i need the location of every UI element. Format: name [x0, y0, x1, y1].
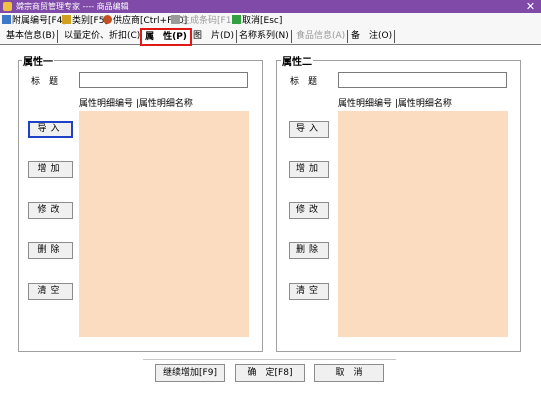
app-icon: [3, 2, 12, 11]
tab-strip: 基本信息(B) 以量定价、折扣(C) 属 性(P) 图 片(D) 名称系列(N)…: [0, 28, 541, 46]
attribute-two-title-input[interactable]: [338, 72, 507, 88]
supplier-icon: [103, 15, 112, 24]
attached-number-button[interactable]: 附属编号[F4]: [2, 14, 66, 28]
attribute-two-col-code: 属性明细编号: [338, 99, 393, 109]
attribute-two-list[interactable]: [338, 111, 508, 337]
cancel-icon: [232, 15, 241, 24]
cancel-toolbar-button[interactable]: 取消[Esc]: [232, 14, 282, 28]
tab-pricing-discount[interactable]: 以量定价、折扣(C): [64, 30, 144, 43]
continue-add-button[interactable]: 继续增加[F9]: [155, 364, 225, 382]
attribute-two-edit-button[interactable]: 修改: [289, 202, 329, 219]
attribute-one-col-name: 属性明细名称: [138, 99, 193, 109]
document-icon: [2, 15, 11, 24]
tab-name-series[interactable]: 名称系列(N): [239, 30, 292, 43]
folder-icon: [62, 15, 71, 24]
close-button[interactable]: ✕: [520, 0, 541, 13]
generate-barcode-button[interactable]: 生成条码[F12]: [171, 14, 241, 28]
attribute-one-title-input[interactable]: [79, 72, 248, 88]
attribute-two-col-name: 属性明细名称: [397, 99, 452, 109]
window-title: 嫦宗商贸管理专家 ---- 商品编辑: [16, 2, 129, 11]
attribute-one-edit-button[interactable]: 修改: [28, 202, 73, 219]
attribute-one-title-label: 标 题: [31, 77, 59, 87]
toolbar: 附属编号[F4] 类别[F5] 供应商[Ctrl+F10] 生成条码[F12] …: [0, 13, 541, 29]
cancel-button[interactable]: 取 消: [314, 364, 384, 382]
attribute-one-add-button[interactable]: 增加: [28, 161, 73, 178]
tab-images[interactable]: 图 片(D): [193, 30, 237, 43]
attribute-one-col-code: 属性明细编号: [79, 99, 134, 109]
footer-divider: [143, 359, 396, 360]
attribute-one-list[interactable]: [79, 111, 249, 337]
tab-basic-info[interactable]: 基本信息(B): [6, 30, 59, 43]
attribute-two-title: 属性二: [281, 53, 313, 68]
attribute-two-clear-button[interactable]: 清空: [289, 283, 329, 300]
ok-button[interactable]: 确 定[F8]: [235, 364, 305, 382]
tab-food-info[interactable]: 食品信息(A): [296, 30, 349, 43]
title-bar: 嫦宗商贸管理专家 ---- 商品编辑 ✕: [0, 0, 541, 13]
tab-attributes[interactable]: 属 性(P): [140, 28, 192, 46]
attribute-two-title-label: 标 题: [290, 77, 318, 87]
attribute-one-delete-button[interactable]: 删除: [28, 242, 73, 259]
barcode-icon: [171, 15, 180, 24]
attribute-two-import-button[interactable]: 导入: [289, 121, 329, 138]
attribute-two-add-button[interactable]: 增加: [289, 161, 329, 178]
attribute-one-clear-button[interactable]: 清空: [28, 283, 73, 300]
tab-notes[interactable]: 备 注(O): [351, 30, 396, 43]
attribute-two-delete-button[interactable]: 删除: [289, 242, 329, 259]
attribute-one-import-button[interactable]: 导入: [28, 121, 73, 138]
category-button[interactable]: 类别[F5]: [62, 14, 108, 28]
attribute-one-title: 属性一: [22, 53, 54, 68]
